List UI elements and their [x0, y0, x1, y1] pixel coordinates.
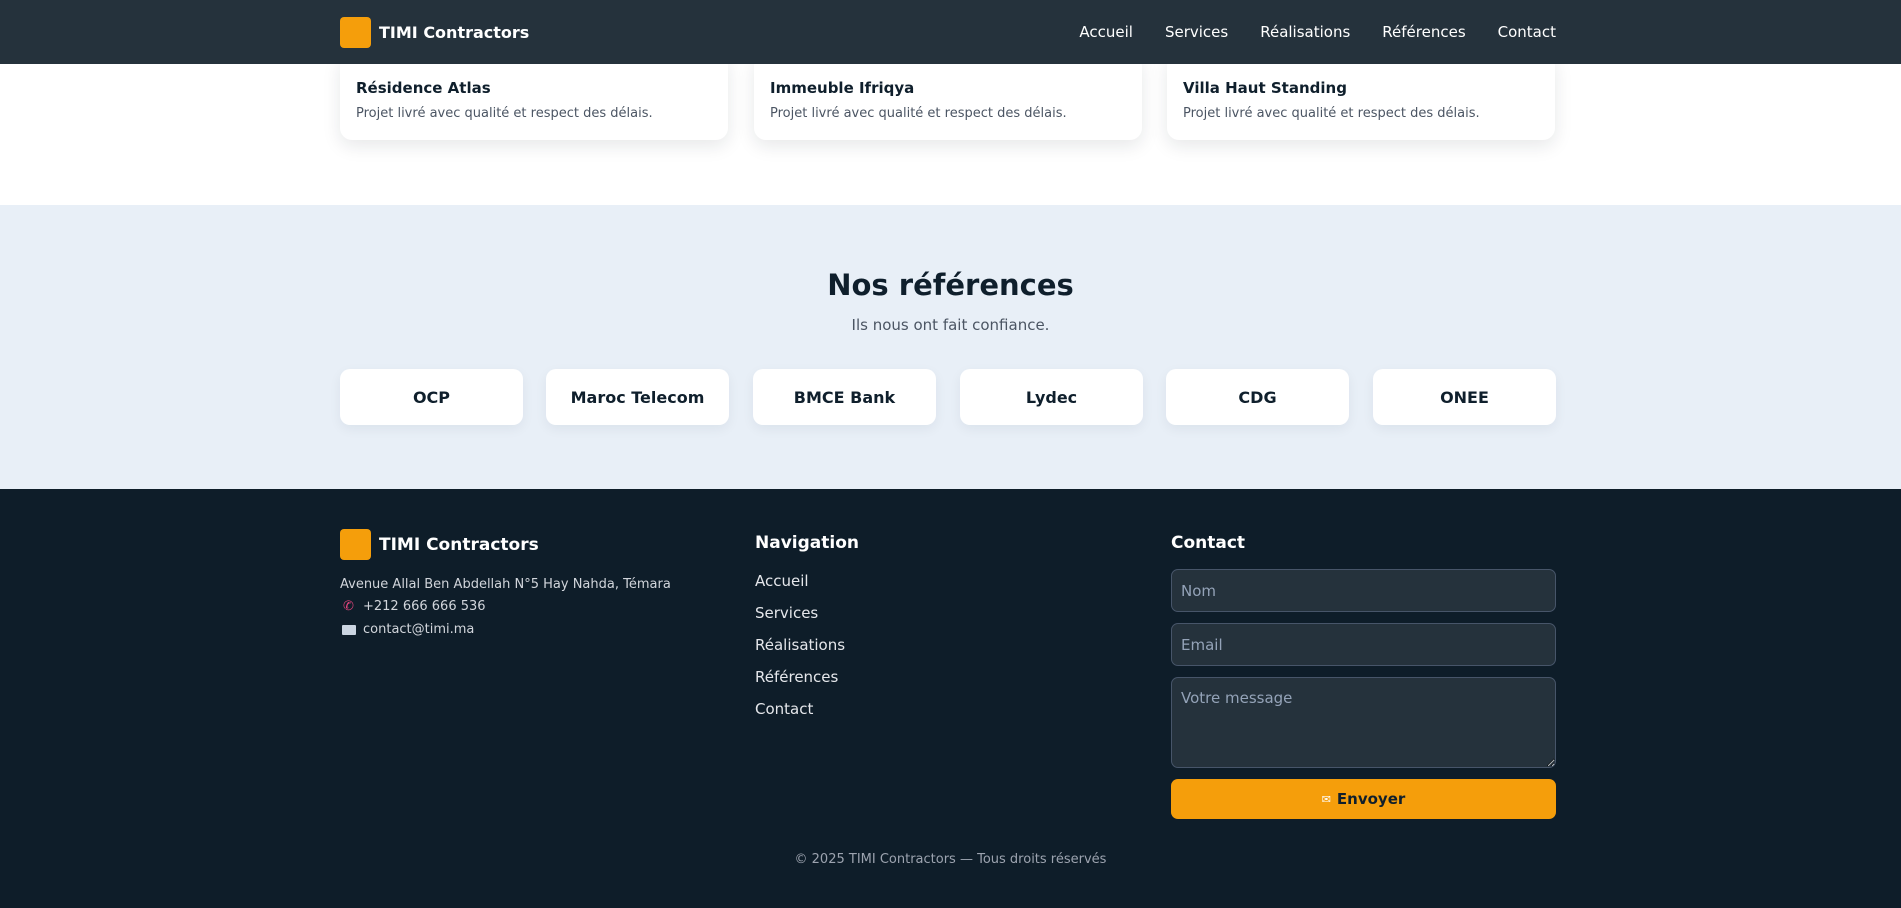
brand-name: TIMI Contractors: [379, 22, 530, 42]
client-tile-lydec: Lydec: [960, 369, 1143, 425]
nav-references[interactable]: Références: [1382, 23, 1465, 41]
send-button-label: Envoyer: [1336, 790, 1406, 808]
email-field[interactable]: [1171, 623, 1556, 666]
footer-nav-accueil[interactable]: Accueil: [755, 572, 809, 590]
project-card[interactable]: Immeuble Ifriqya Projet livré avec quali…: [754, 54, 1142, 140]
client-tile-onee: ONEE: [1373, 369, 1556, 425]
phone-icon: ✆: [343, 599, 354, 614]
project-description: Projet livré avec qualité et respect des…: [356, 106, 653, 121]
client-tile-ocp: OCP: [340, 369, 523, 425]
site-header: TIMI Contractors Accueil Services Réalis…: [0, 0, 1901, 64]
client-tile-cdg: CDG: [1166, 369, 1349, 425]
project-title: Immeuble Ifriqya: [770, 79, 915, 97]
footer-nav-realisations[interactable]: Réalisations: [755, 636, 845, 654]
project-description: Projet livré avec qualité et respect des…: [770, 106, 1067, 121]
footer-email-address: contact@timi.ma: [363, 622, 475, 637]
references-title: Nos références: [827, 268, 1074, 302]
project-title: Résidence Atlas: [356, 79, 491, 97]
footer-nav-contact[interactable]: Contact: [755, 700, 813, 718]
header-inner: TIMI Contractors Accueil Services Réalis…: [340, 0, 1556, 64]
references-section: Nos références Ils nous ont fait confian…: [0, 205, 1901, 489]
nav-accueil[interactable]: Accueil: [1079, 23, 1133, 41]
project-description: Projet livré avec qualité et respect des…: [1183, 106, 1480, 121]
name-field[interactable]: [1171, 569, 1556, 612]
nav-realisations[interactable]: Réalisations: [1260, 23, 1350, 41]
client-tile-maroc-telecom: Maroc Telecom: [546, 369, 729, 425]
message-field[interactable]: [1171, 677, 1556, 768]
footer-nav-references[interactable]: Références: [755, 668, 838, 686]
send-button[interactable]: ✉ Envoyer: [1171, 779, 1556, 819]
footer-nav-services[interactable]: Services: [755, 604, 818, 622]
footer-phone[interactable]: ✆ +212 666 666 536: [340, 599, 486, 614]
nav-contact[interactable]: Contact: [1498, 23, 1556, 41]
send-icon: ✉: [1321, 792, 1331, 806]
footer-address: Avenue Allal Ben Abdellah N°5 Hay Nahda,…: [340, 577, 671, 592]
nav-services[interactable]: Services: [1165, 23, 1228, 41]
footer-brand: TIMI Contractors: [340, 529, 539, 560]
mail-icon: [342, 624, 356, 635]
references-subtitle: Ils nous ont fait confiance.: [851, 316, 1050, 334]
logo-icon: [340, 529, 371, 560]
project-card[interactable]: Villa Haut Standing Projet livré avec qu…: [1167, 54, 1555, 140]
copyright: © 2025 TIMI Contractors — Tous droits ré…: [794, 852, 1107, 867]
footer-nav-title: Navigation: [755, 533, 859, 553]
footer-contact-title: Contact: [1171, 533, 1246, 553]
brand[interactable]: TIMI Contractors: [340, 16, 530, 48]
project-card[interactable]: Résidence Atlas Projet livré avec qualit…: [340, 54, 728, 140]
main-nav: Accueil Services Réalisations Références…: [1047, 23, 1556, 41]
logo-icon: [340, 16, 371, 48]
footer-email[interactable]: contact@timi.ma: [340, 622, 474, 637]
footer-brand-name: TIMI Contractors: [379, 534, 539, 555]
project-title: Villa Haut Standing: [1183, 79, 1347, 97]
site-footer: TIMI Contractors Avenue Allal Ben Abdell…: [0, 489, 1901, 908]
client-tile-bmce-bank: BMCE Bank: [753, 369, 936, 425]
projects-section: Résidence Atlas Projet livré avec qualit…: [0, 54, 1901, 205]
footer-phone-number: +212 666 666 536: [363, 599, 486, 614]
